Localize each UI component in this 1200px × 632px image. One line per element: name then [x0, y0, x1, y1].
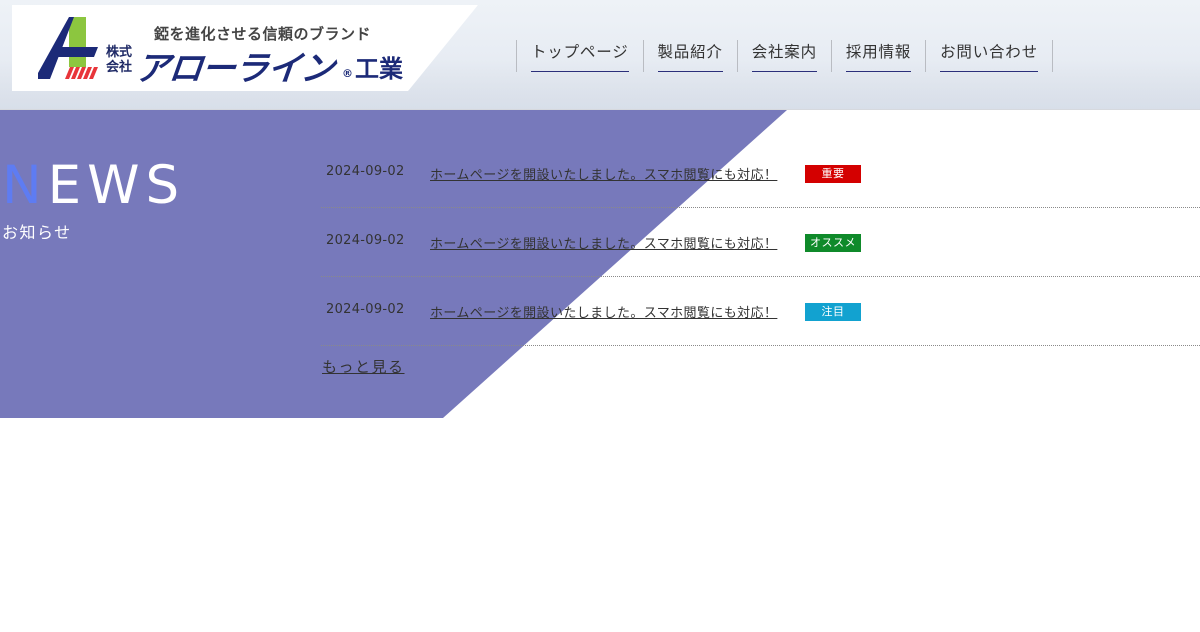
news-heading-rest: EWS — [47, 155, 186, 216]
arrow-line-logo-icon — [38, 17, 98, 79]
news-item: 2024-09-02 ホームページを開設いたしました。スマホ閲覧にも対応！ 注目 — [321, 277, 1200, 346]
news-title-link[interactable]: ホームページを開設いたしました。スマホ閲覧にも対応！ — [430, 233, 777, 252]
logo-link[interactable]: 錏を進化させる信頼のブランド 株式 会社 アローライン ® 工業 — [12, 5, 478, 91]
logo-brand-name: アローライン — [133, 49, 336, 89]
news-item: 2024-09-02 ホームページを開設いたしました。スマホ閲覧にも対応！ 重要 — [321, 139, 1200, 208]
news-date: 2024-09-02 — [326, 164, 405, 179]
news-title-link[interactable]: ホームページを開設いたしました。スマホ閲覧にも対応！ — [430, 164, 777, 183]
nav-item-recruit[interactable]: 採用情報 — [830, 40, 925, 72]
logo-registered-mark: ® — [342, 67, 353, 80]
news-date: 2024-09-02 — [326, 302, 405, 317]
global-nav: トップページ 製品紹介 会社案内 採用情報 お問い合わせ — [516, 40, 1053, 72]
nav-item-products[interactable]: 製品紹介 — [642, 40, 737, 72]
logo-company-type: 株式 会社 — [106, 45, 136, 75]
news-badge-important: 重要 — [805, 165, 861, 183]
news-list: 2024-09-02 ホームページを開設いたしました。スマホ閲覧にも対応！ 重要… — [321, 139, 1200, 346]
nav-item-company[interactable]: 会社案内 — [736, 40, 831, 72]
logo-kabushiki: 株式 — [106, 45, 133, 60]
news-badge-featured: 注目 — [805, 303, 861, 321]
news-badge-recommended: オススメ — [805, 234, 861, 252]
news-subheading: お知らせ — [2, 223, 72, 242]
site-header: 錏を進化させる信頼のブランド 株式 会社 アローライン ® 工業 トップページ … — [0, 0, 1200, 110]
logo-suffix: 工業 — [355, 55, 403, 83]
news-heading: NEWS — [2, 158, 185, 214]
news-heading-first-letter: N — [2, 155, 48, 216]
logo-kaisha: 会社 — [106, 60, 133, 75]
nav-item-top[interactable]: トップページ — [516, 40, 643, 72]
more-news-link[interactable]: もっと見る — [322, 356, 405, 377]
news-title-link[interactable]: ホームページを開設いたしました。スマホ閲覧にも対応！ — [430, 302, 777, 321]
news-item: 2024-09-02 ホームページを開設いたしました。スマホ閲覧にも対応！ オス… — [321, 208, 1200, 277]
nav-item-contact[interactable]: お問い合わせ — [925, 40, 1053, 72]
news-date: 2024-09-02 — [326, 233, 405, 248]
